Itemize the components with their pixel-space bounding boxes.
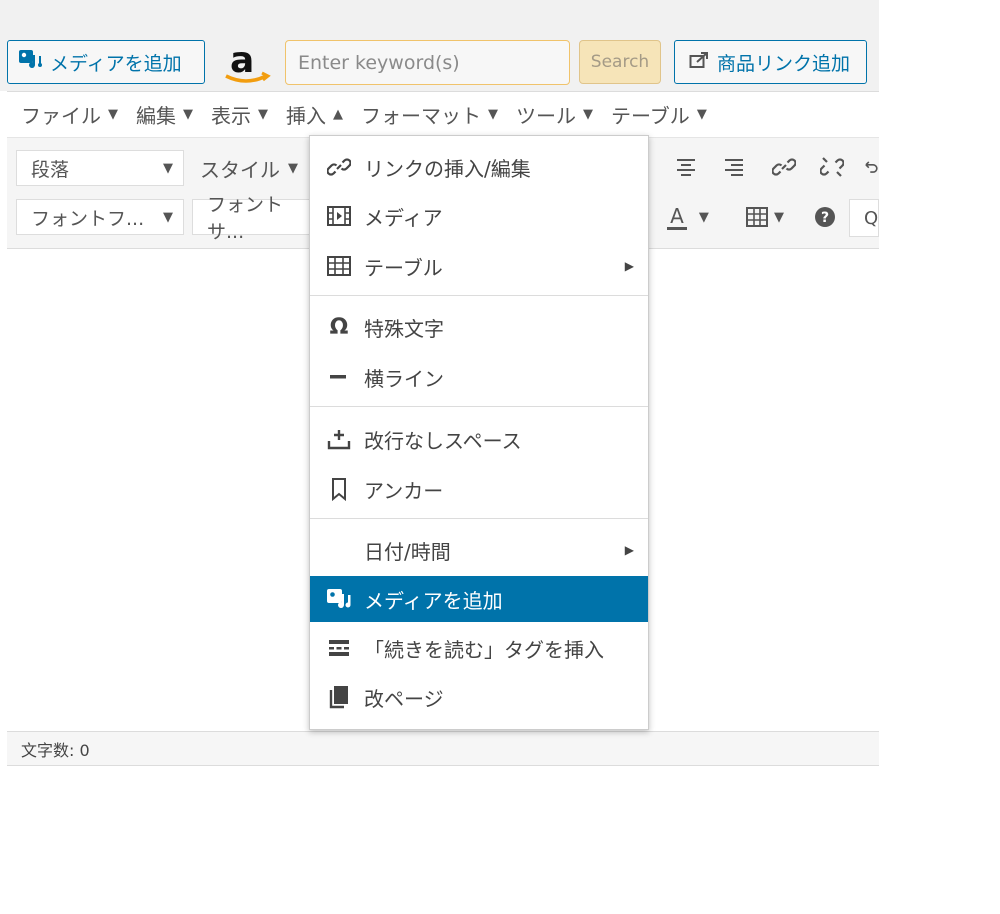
menu-item-label: メディア [364, 205, 443, 230]
menu-item-add-media[interactable]: メディアを追加 [310, 576, 648, 622]
table-icon [746, 207, 768, 227]
hr-icon [326, 364, 352, 390]
menu-table[interactable]: テーブル ▼ [611, 100, 707, 129]
add-media-icon [18, 49, 42, 76]
menu-item-label: テーブル [364, 255, 443, 280]
word-count: 文字数: 0 [21, 740, 90, 760]
menu-item-label: 改ページ [364, 686, 444, 711]
table-icon [326, 253, 352, 279]
keyword-input[interactable] [285, 40, 570, 85]
submenu-arrow-icon: ▶ [624, 543, 634, 557]
svg-text:?: ? [821, 210, 829, 226]
text-color-button[interactable]: A ▼ [658, 200, 718, 234]
menu-item-date-time[interactable]: 日付/時間 ▶ [310, 527, 648, 573]
font-size-select[interactable]: フォントサ... [192, 194, 317, 243]
menu-item-label: 特殊文字 [364, 316, 444, 341]
chevron-down-icon: ▼ [698, 209, 709, 225]
submenu-arrow-icon: ▶ [624, 259, 634, 273]
insert-menu-dropdown: リンクの挿入/編集 メディア テーブル ▶ Ω 特殊文字 横ライン 改行なしスペ… [309, 135, 649, 730]
status-bar: 文字数: 0 [7, 731, 879, 766]
align-right-icon[interactable] [720, 150, 748, 184]
menu-item-special-character[interactable]: Ω 特殊文字 [310, 304, 648, 350]
search-field-text: Q [864, 207, 879, 229]
menu-item-label: 日付/時間 [364, 539, 451, 564]
menu-item-nonbreaking-space[interactable]: 改行なしスペース [310, 416, 648, 462]
menu-item-label: アンカー [364, 478, 444, 503]
menu-item-label: メディアを追加 [364, 588, 503, 613]
media-icon [326, 203, 352, 229]
menu-item-media[interactable]: メディア [310, 193, 648, 239]
paragraph-select[interactable]: 段落 ▼ [16, 150, 184, 186]
font-size-value: フォントサ... [207, 194, 284, 243]
align-center-icon[interactable] [672, 150, 700, 184]
menu-item-label: 改行なしスペース [364, 428, 522, 453]
menu-divider [310, 518, 648, 519]
insert-link-icon[interactable] [769, 150, 799, 184]
undo-icon[interactable] [863, 150, 879, 184]
menu-insert[interactable]: 挿入 ▲ [286, 100, 343, 129]
add-media-button[interactable]: メディアを追加 [7, 40, 205, 84]
help-icon[interactable]: ? [811, 200, 839, 234]
add-product-link-label: 商品リンク追加 [717, 52, 851, 75]
menu-divider [310, 295, 648, 296]
menu-item-insert-link[interactable]: リンクの挿入/編集 [310, 144, 648, 190]
add-media-label: メディアを追加 [50, 52, 182, 75]
menu-item-label: リンクの挿入/編集 [364, 156, 531, 181]
menu-view[interactable]: 表示 ▼ [211, 100, 268, 129]
bookmark-icon [326, 476, 352, 502]
editor-menubar: ファイル ▼ 編集 ▼ 表示 ▼ 挿入 ▲ フォーマット ▼ ツール ▼ テーブル ▼ [7, 92, 879, 138]
menu-item-read-more[interactable]: 「続きを読む」タグを挿入 [310, 625, 648, 671]
menu-item-table[interactable]: テーブル ▶ [310, 243, 648, 289]
nbsp-icon [326, 426, 352, 452]
menu-item-label: 横ライン [364, 366, 444, 391]
menu-item-label: 「続きを読む」タグを挿入 [364, 637, 604, 662]
menu-edit[interactable]: 編集 ▼ [136, 100, 193, 129]
amazon-logo[interactable]: a [222, 40, 272, 86]
search-button[interactable]: Search [579, 40, 661, 84]
search-field[interactable]: Q [849, 199, 879, 237]
style-label: スタイル [200, 158, 280, 182]
menu-item-anchor[interactable]: アンカー [310, 466, 648, 512]
menu-item-horizontal-line[interactable]: 横ライン [310, 354, 648, 400]
font-family-select[interactable]: フォントフ... ▼ [16, 199, 184, 235]
add-product-link-button[interactable]: 商品リンク追加 [674, 40, 867, 84]
read-more-icon [326, 635, 352, 661]
svg-text:a: a [230, 40, 254, 81]
menu-divider [310, 406, 648, 407]
menu-file[interactable]: ファイル ▼ [21, 100, 118, 129]
menu-item-page-break[interactable]: 改ページ [310, 674, 648, 720]
omega-icon: Ω [329, 314, 349, 340]
text-color-icon: A [667, 205, 687, 230]
blank-icon [326, 537, 352, 563]
table-button[interactable]: ▼ [737, 200, 793, 234]
menu-format[interactable]: フォーマット ▼ [361, 100, 498, 129]
chevron-down-icon: ▼ [288, 161, 298, 176]
unlink-icon[interactable] [817, 150, 847, 184]
menu-tools[interactable]: ツール ▼ [516, 100, 593, 129]
paragraph-select-value: 段落 [31, 158, 70, 181]
style-dropdown[interactable]: スタイル ▼ [200, 154, 298, 183]
add-media-icon [326, 586, 352, 612]
chevron-down-icon: ▼ [163, 160, 173, 176]
page-break-icon [326, 684, 352, 710]
chevron-down-icon: ▼ [163, 209, 173, 225]
chevron-down-icon: ▼ [774, 209, 784, 225]
font-family-value: フォントフ... [31, 207, 145, 230]
link-icon [326, 154, 352, 180]
external-link-icon [689, 51, 709, 74]
